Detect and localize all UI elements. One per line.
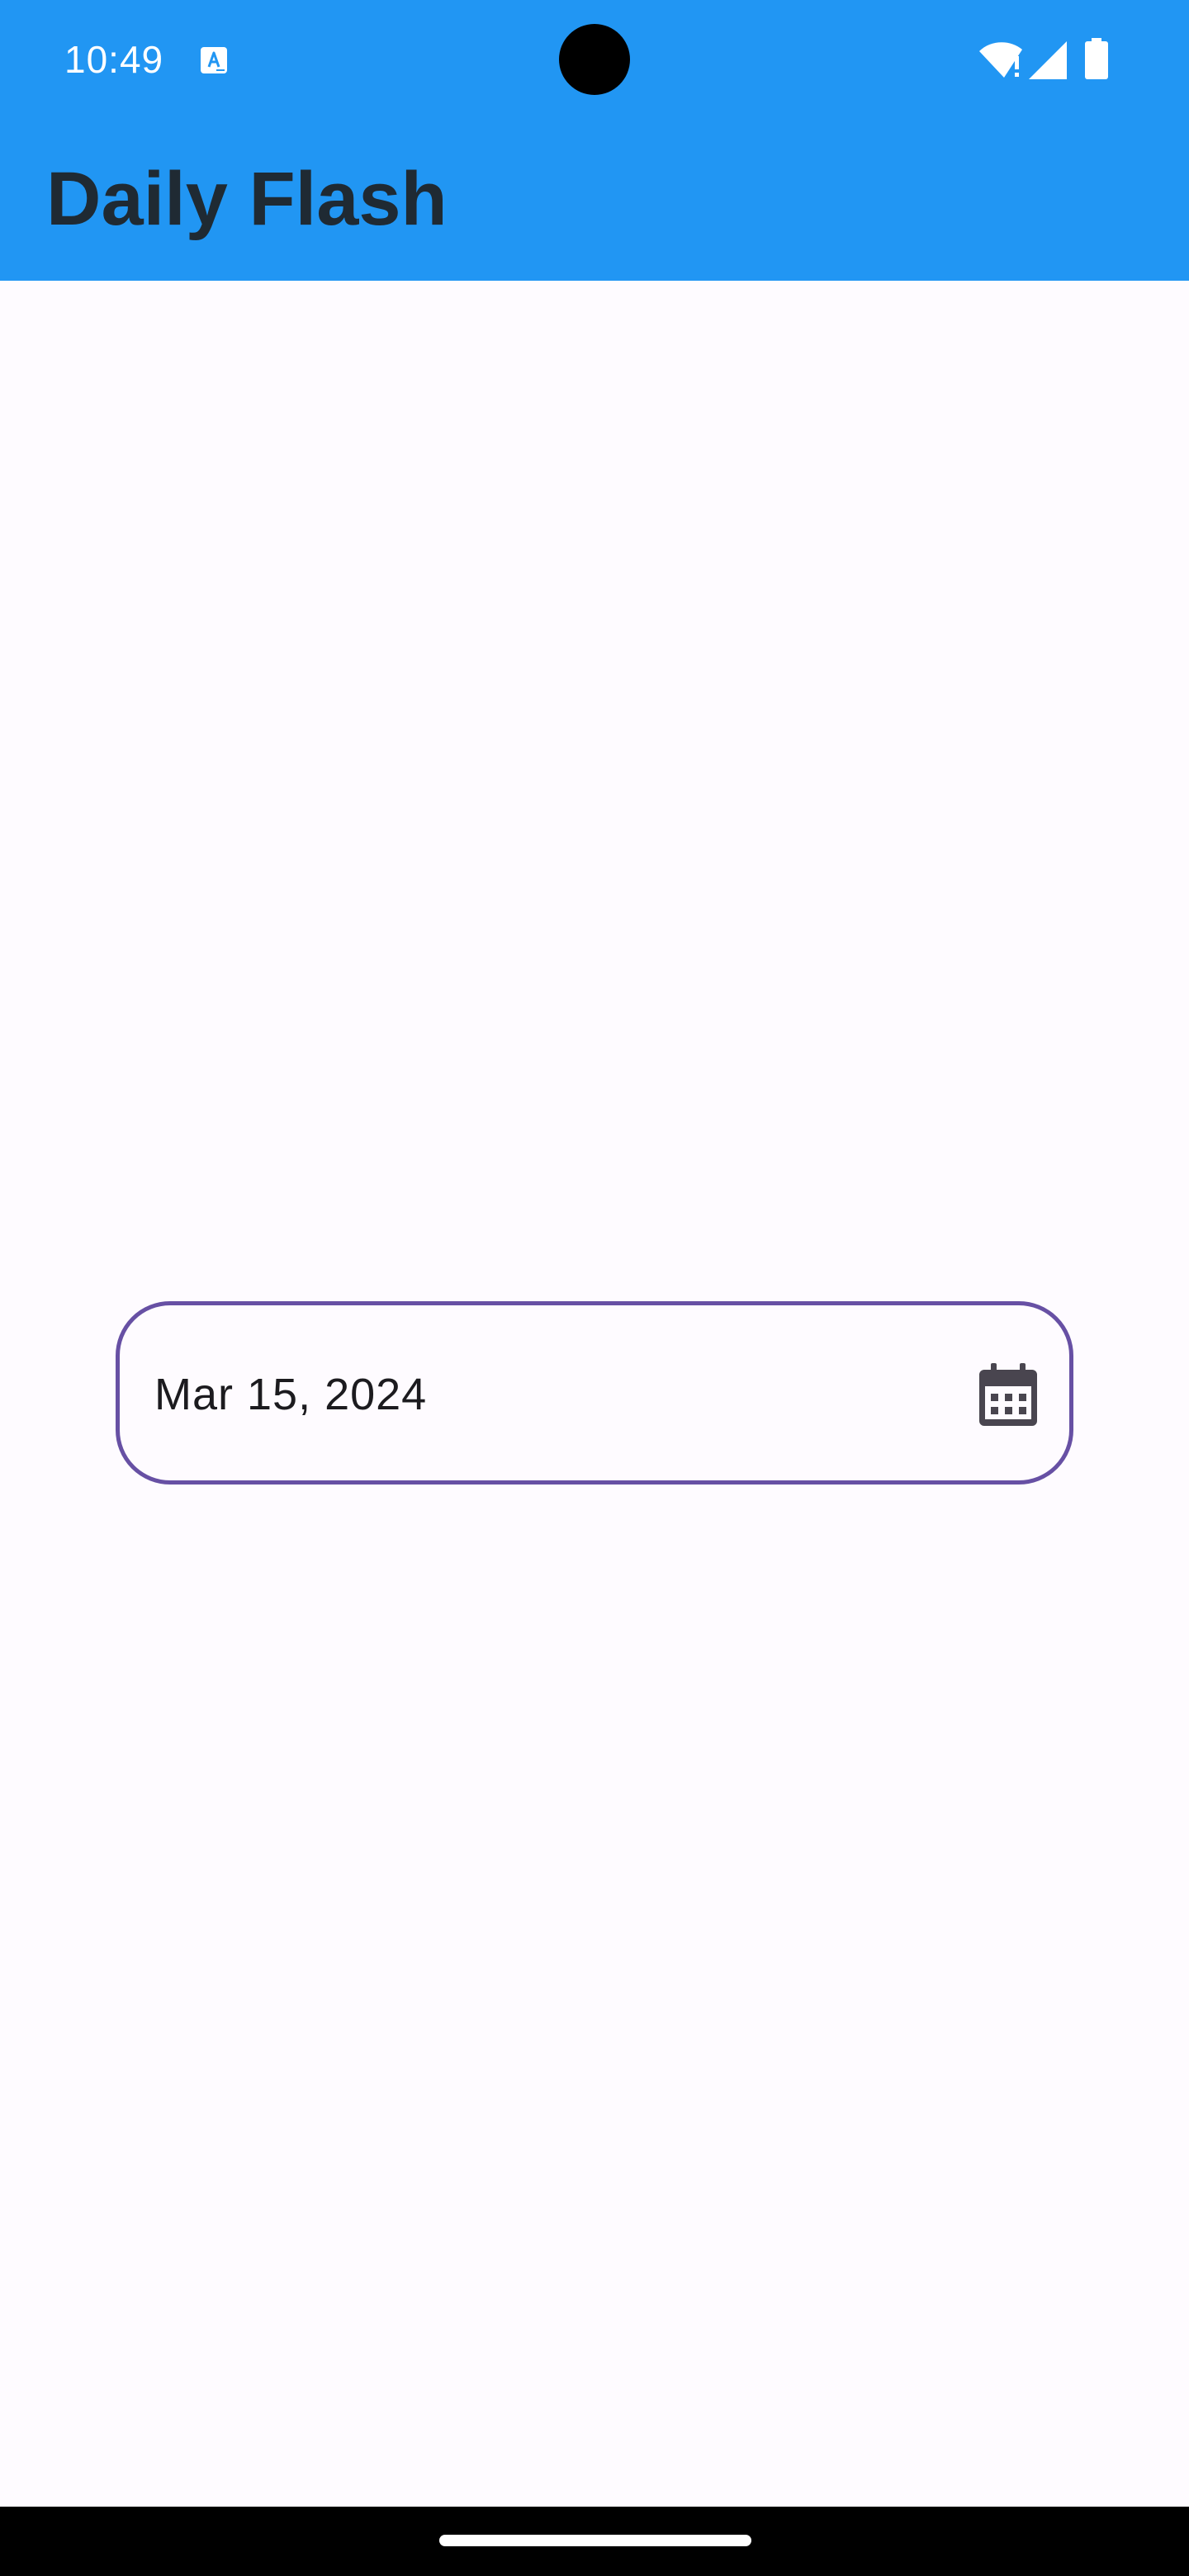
status-bar: 10:49	[0, 0, 1189, 119]
battery-full-icon	[1085, 38, 1108, 79]
app-screen: 10:49 Daily Flash Mar 15, 2024	[0, 0, 1189, 2576]
date-value: Mar 15, 2024	[154, 1370, 428, 1419]
date-picker-field[interactable]: Mar 15, 2024	[116, 1301, 1073, 1485]
calendar-icon[interactable]	[979, 1363, 1037, 1426]
status-time: 10:49	[64, 38, 164, 81]
app-header: 10:49 Daily Flash	[0, 0, 1189, 281]
wifi-alert-icon	[979, 42, 1022, 78]
navigation-bar	[0, 2507, 1189, 2576]
cellular-signal-icon	[1029, 41, 1067, 79]
home-gesture-bar[interactable]	[439, 2535, 751, 2546]
app-title: Daily Flash	[46, 157, 448, 241]
camera-cutout	[559, 24, 630, 95]
translate-icon	[201, 47, 227, 73]
